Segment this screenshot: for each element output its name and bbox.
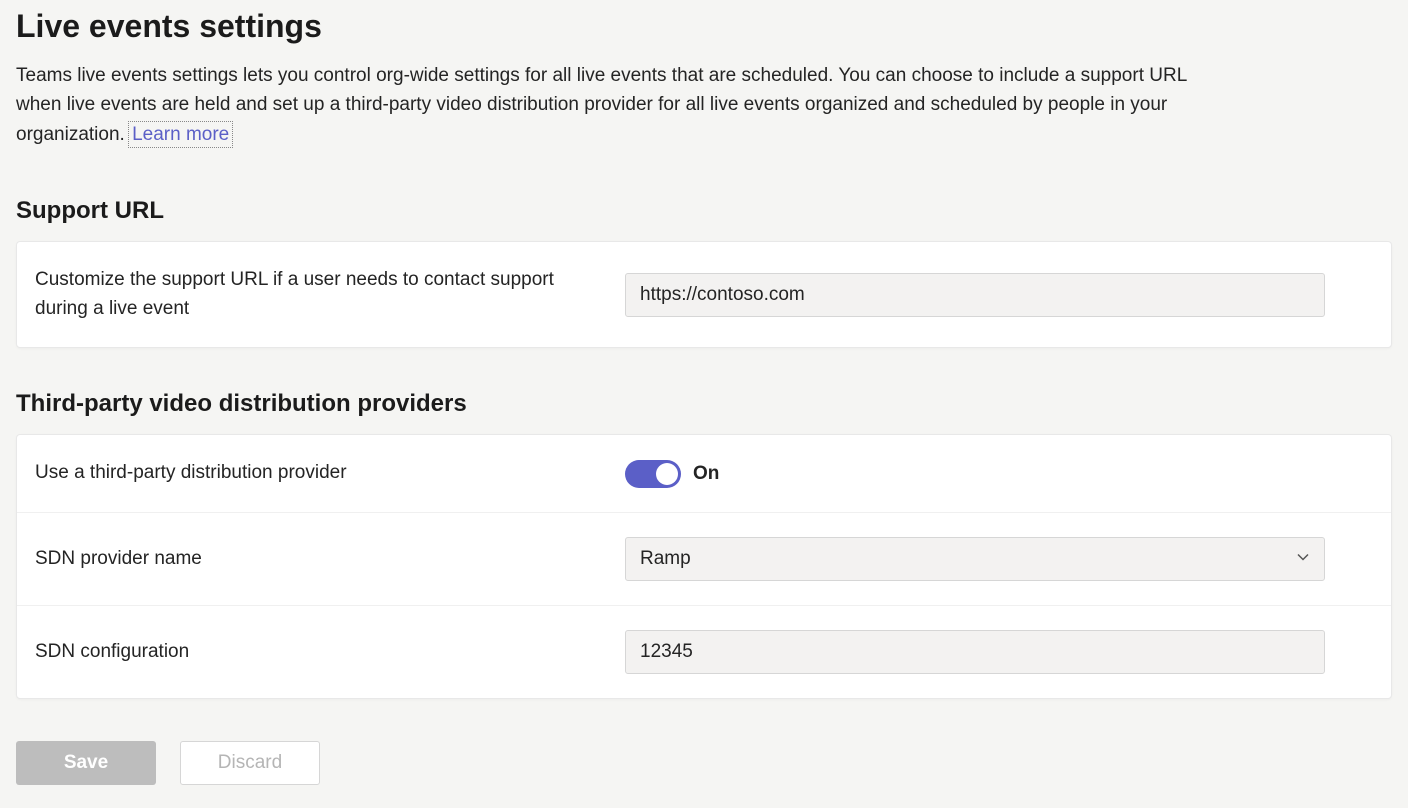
button-bar: Save Discard bbox=[16, 741, 1392, 785]
sdn-provider-value: Ramp bbox=[640, 548, 691, 570]
support-url-row: Customize the support URL if a user need… bbox=[17, 242, 1391, 347]
page-title: Live events settings bbox=[16, 8, 1392, 45]
sdn-name-row: SDN provider name Ramp bbox=[17, 513, 1391, 606]
sdn-config-row: SDN configuration bbox=[17, 606, 1391, 698]
discard-button[interactable]: Discard bbox=[180, 741, 320, 785]
toggle-knob bbox=[656, 463, 678, 485]
learn-more-link[interactable]: Learn more bbox=[130, 123, 231, 146]
support-url-input[interactable] bbox=[625, 273, 1325, 317]
sdn-config-label: SDN configuration bbox=[35, 638, 625, 667]
support-url-card: Customize the support URL if a user need… bbox=[16, 241, 1392, 348]
sdn-name-label: SDN provider name bbox=[35, 545, 625, 574]
page-description: Teams live events settings lets you cont… bbox=[16, 61, 1216, 149]
use-provider-label: Use a third-party distribution provider bbox=[35, 459, 625, 488]
providers-section-title: Third-party video distribution providers bbox=[16, 390, 1392, 418]
save-button[interactable]: Save bbox=[16, 741, 156, 785]
use-provider-state: On bbox=[693, 463, 719, 485]
sdn-config-input[interactable] bbox=[625, 630, 1325, 674]
support-url-section-title: Support URL bbox=[16, 197, 1392, 225]
providers-card: Use a third-party distribution provider … bbox=[16, 434, 1392, 699]
use-provider-row: Use a third-party distribution provider … bbox=[17, 435, 1391, 513]
use-provider-toggle[interactable] bbox=[625, 460, 681, 488]
sdn-provider-select[interactable]: Ramp bbox=[625, 537, 1325, 581]
support-url-label: Customize the support URL if a user need… bbox=[35, 266, 625, 323]
